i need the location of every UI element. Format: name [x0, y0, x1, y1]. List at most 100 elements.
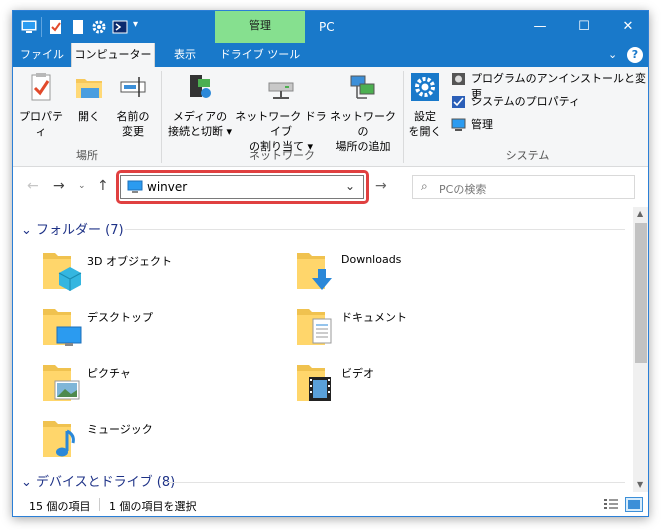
- collapse-chevron-icon[interactable]: ⌄: [21, 223, 32, 238]
- selected-count: 1 個の項目を選択: [109, 500, 197, 513]
- folder-name: ピクチャ: [87, 367, 131, 380]
- open-folder-icon: [76, 79, 102, 98]
- group-label-network: ネットワーク: [249, 149, 315, 162]
- help-button[interactable]: ?: [627, 47, 643, 63]
- manage-label: 管理: [471, 118, 493, 131]
- folder-item[interactable]: ビデオ: [295, 359, 495, 407]
- group-label-location: 場所: [76, 149, 98, 162]
- media-server-icon: [190, 75, 211, 98]
- vertical-scrollbar[interactable]: ▲ ▼: [633, 207, 648, 492]
- system-properties-icon: [452, 96, 465, 108]
- open-label: 開く: [78, 110, 100, 123]
- folder-item[interactable]: ピクチャ: [41, 359, 241, 407]
- details-view-icon[interactable]: [603, 498, 619, 511]
- network-location-icon: [350, 75, 375, 99]
- qat-customize-icon[interactable]: ▾: [133, 19, 138, 30]
- map-network-drive-button[interactable]: ネットワーク ドライブ の割り当て ▾: [235, 71, 327, 154]
- tab-view[interactable]: 表示: [157, 43, 213, 67]
- search-input[interactable]: PCの検索: [439, 181, 486, 197]
- qat-divider: [41, 17, 42, 37]
- downloads-icon: [297, 253, 332, 290]
- system-properties-label: システムのプロパティ: [471, 95, 581, 108]
- item-count: 15 個の項目: [29, 500, 91, 513]
- close-button[interactable]: ✕: [606, 11, 648, 43]
- folder-name: ドキュメント: [341, 311, 407, 324]
- address-highlight-annotation: [116, 170, 369, 204]
- up-arrow-icon[interactable]: ↑: [97, 178, 109, 194]
- large-icons-view-icon[interactable]: [625, 497, 643, 512]
- manage-button[interactable]: 管理: [451, 117, 493, 133]
- minimize-button[interactable]: —: [518, 11, 562, 43]
- forward-arrow-icon[interactable]: →: [53, 178, 65, 194]
- go-arrow-icon[interactable]: →: [375, 178, 387, 194]
- folder-item[interactable]: デスクトップ: [41, 303, 241, 351]
- add-location-label-1: ネットワークの: [330, 110, 396, 138]
- system-properties-button[interactable]: システムのプロパティ: [451, 94, 580, 110]
- documents-icon: [297, 309, 332, 345]
- uninstall-icon: [452, 73, 465, 85]
- tab-drive-tools[interactable]: ドライブ ツール: [215, 43, 305, 67]
- tab-computer[interactable]: コンピューター: [71, 43, 155, 67]
- folder-item[interactable]: ドキュメント: [295, 303, 495, 351]
- scroll-down-icon[interactable]: ▼: [637, 480, 643, 489]
- devices-group-label: デバイスとドライブ (8): [36, 475, 176, 490]
- settings-gear-icon: [411, 73, 439, 101]
- title-bar[interactable]: ▾ 管理 PC — ☐ ✕: [13, 11, 648, 43]
- navigation-bar: ← → ⌄ ↑ winver ⌄ → ⌕ PCの検索: [13, 168, 648, 206]
- this-pc-icon[interactable]: [21, 19, 37, 35]
- music-icon: [43, 421, 75, 457]
- folder-item[interactable]: ミュージック: [41, 415, 241, 463]
- scroll-up-icon[interactable]: ▲: [637, 209, 643, 218]
- map-drive-label-1: ネットワーク ドライブ: [235, 110, 327, 138]
- 3d-objects-icon: [43, 253, 82, 291]
- settings-label-1: 設定: [414, 110, 436, 123]
- ribbon-separator: [403, 71, 404, 163]
- folder-name: デスクトップ: [87, 311, 153, 324]
- context-tab-manage[interactable]: 管理: [215, 11, 305, 43]
- folder-name: 3D オブジェクト: [87, 255, 172, 268]
- rename-label-2: 変更: [122, 125, 144, 138]
- videos-icon: [297, 365, 331, 401]
- rename-icon: [120, 77, 146, 97]
- group-label-system: システム: [505, 149, 550, 162]
- scrollbar-thumb[interactable]: [635, 223, 647, 363]
- settings-label-2: を開く: [408, 125, 442, 138]
- properties-label: プロパティ: [19, 110, 63, 138]
- search-box[interactable]: ⌕ PCの検索: [412, 175, 635, 199]
- desktop-icon: [43, 309, 82, 346]
- properties-button[interactable]: プロパティ: [19, 71, 63, 139]
- search-icon: ⌕: [421, 179, 428, 193]
- status-divider: [99, 498, 100, 511]
- media-connect-button[interactable]: メディアの 接続と切断 ▾: [165, 71, 235, 139]
- folders-group-header[interactable]: ⌄ フォルダー (7): [21, 219, 124, 238]
- pictures-icon: [43, 365, 80, 401]
- file-view[interactable]: ⌄ フォルダー (7) 3D オブジェクト Downloads デスクトップ ド…: [13, 207, 633, 492]
- folder-item[interactable]: 3D オブジェクト: [41, 247, 241, 295]
- folder-item[interactable]: Downloads: [295, 247, 495, 295]
- settings-qat-icon[interactable]: [91, 19, 107, 35]
- properties-icon: [31, 73, 51, 101]
- back-arrow-icon[interactable]: ←: [27, 178, 39, 194]
- folder-name: Downloads: [341, 253, 402, 266]
- new-folder-qat-icon[interactable]: [70, 19, 86, 35]
- media-label-2: 接続と切断 ▾: [167, 125, 233, 138]
- recent-locations-icon[interactable]: ⌄: [78, 181, 86, 191]
- status-bar: 15 個の項目 1 個の項目を選択: [13, 492, 648, 516]
- powershell-qat-icon[interactable]: [112, 19, 128, 35]
- properties-qat-icon[interactable]: [48, 19, 64, 35]
- group-divider: [125, 229, 625, 230]
- add-network-location-button[interactable]: ネットワークの 場所の追加: [327, 71, 399, 154]
- rename-button[interactable]: 名前の 変更: [113, 71, 153, 139]
- network-drive-icon: [268, 82, 294, 99]
- ribbon-expand-icon[interactable]: ⌄: [608, 48, 617, 61]
- ribbon-tab-bar: ファイル コンピューター 表示 ドライブ ツール ⌄ ?: [13, 43, 648, 67]
- open-button[interactable]: 開く: [71, 71, 107, 124]
- group-divider: [165, 482, 625, 483]
- explorer-window: ▾ 管理 PC — ☐ ✕ ファイル コンピューター 表示 ドライブ ツール ⌄…: [12, 10, 649, 517]
- folder-name: ビデオ: [341, 367, 374, 380]
- tab-file[interactable]: ファイル: [13, 43, 71, 67]
- devices-group-header[interactable]: ⌄ デバイスとドライブ (8): [21, 471, 175, 490]
- collapse-chevron-icon[interactable]: ⌄: [21, 475, 32, 490]
- maximize-button[interactable]: ☐: [562, 11, 606, 43]
- open-settings-button[interactable]: 設定 を開く: [407, 71, 443, 139]
